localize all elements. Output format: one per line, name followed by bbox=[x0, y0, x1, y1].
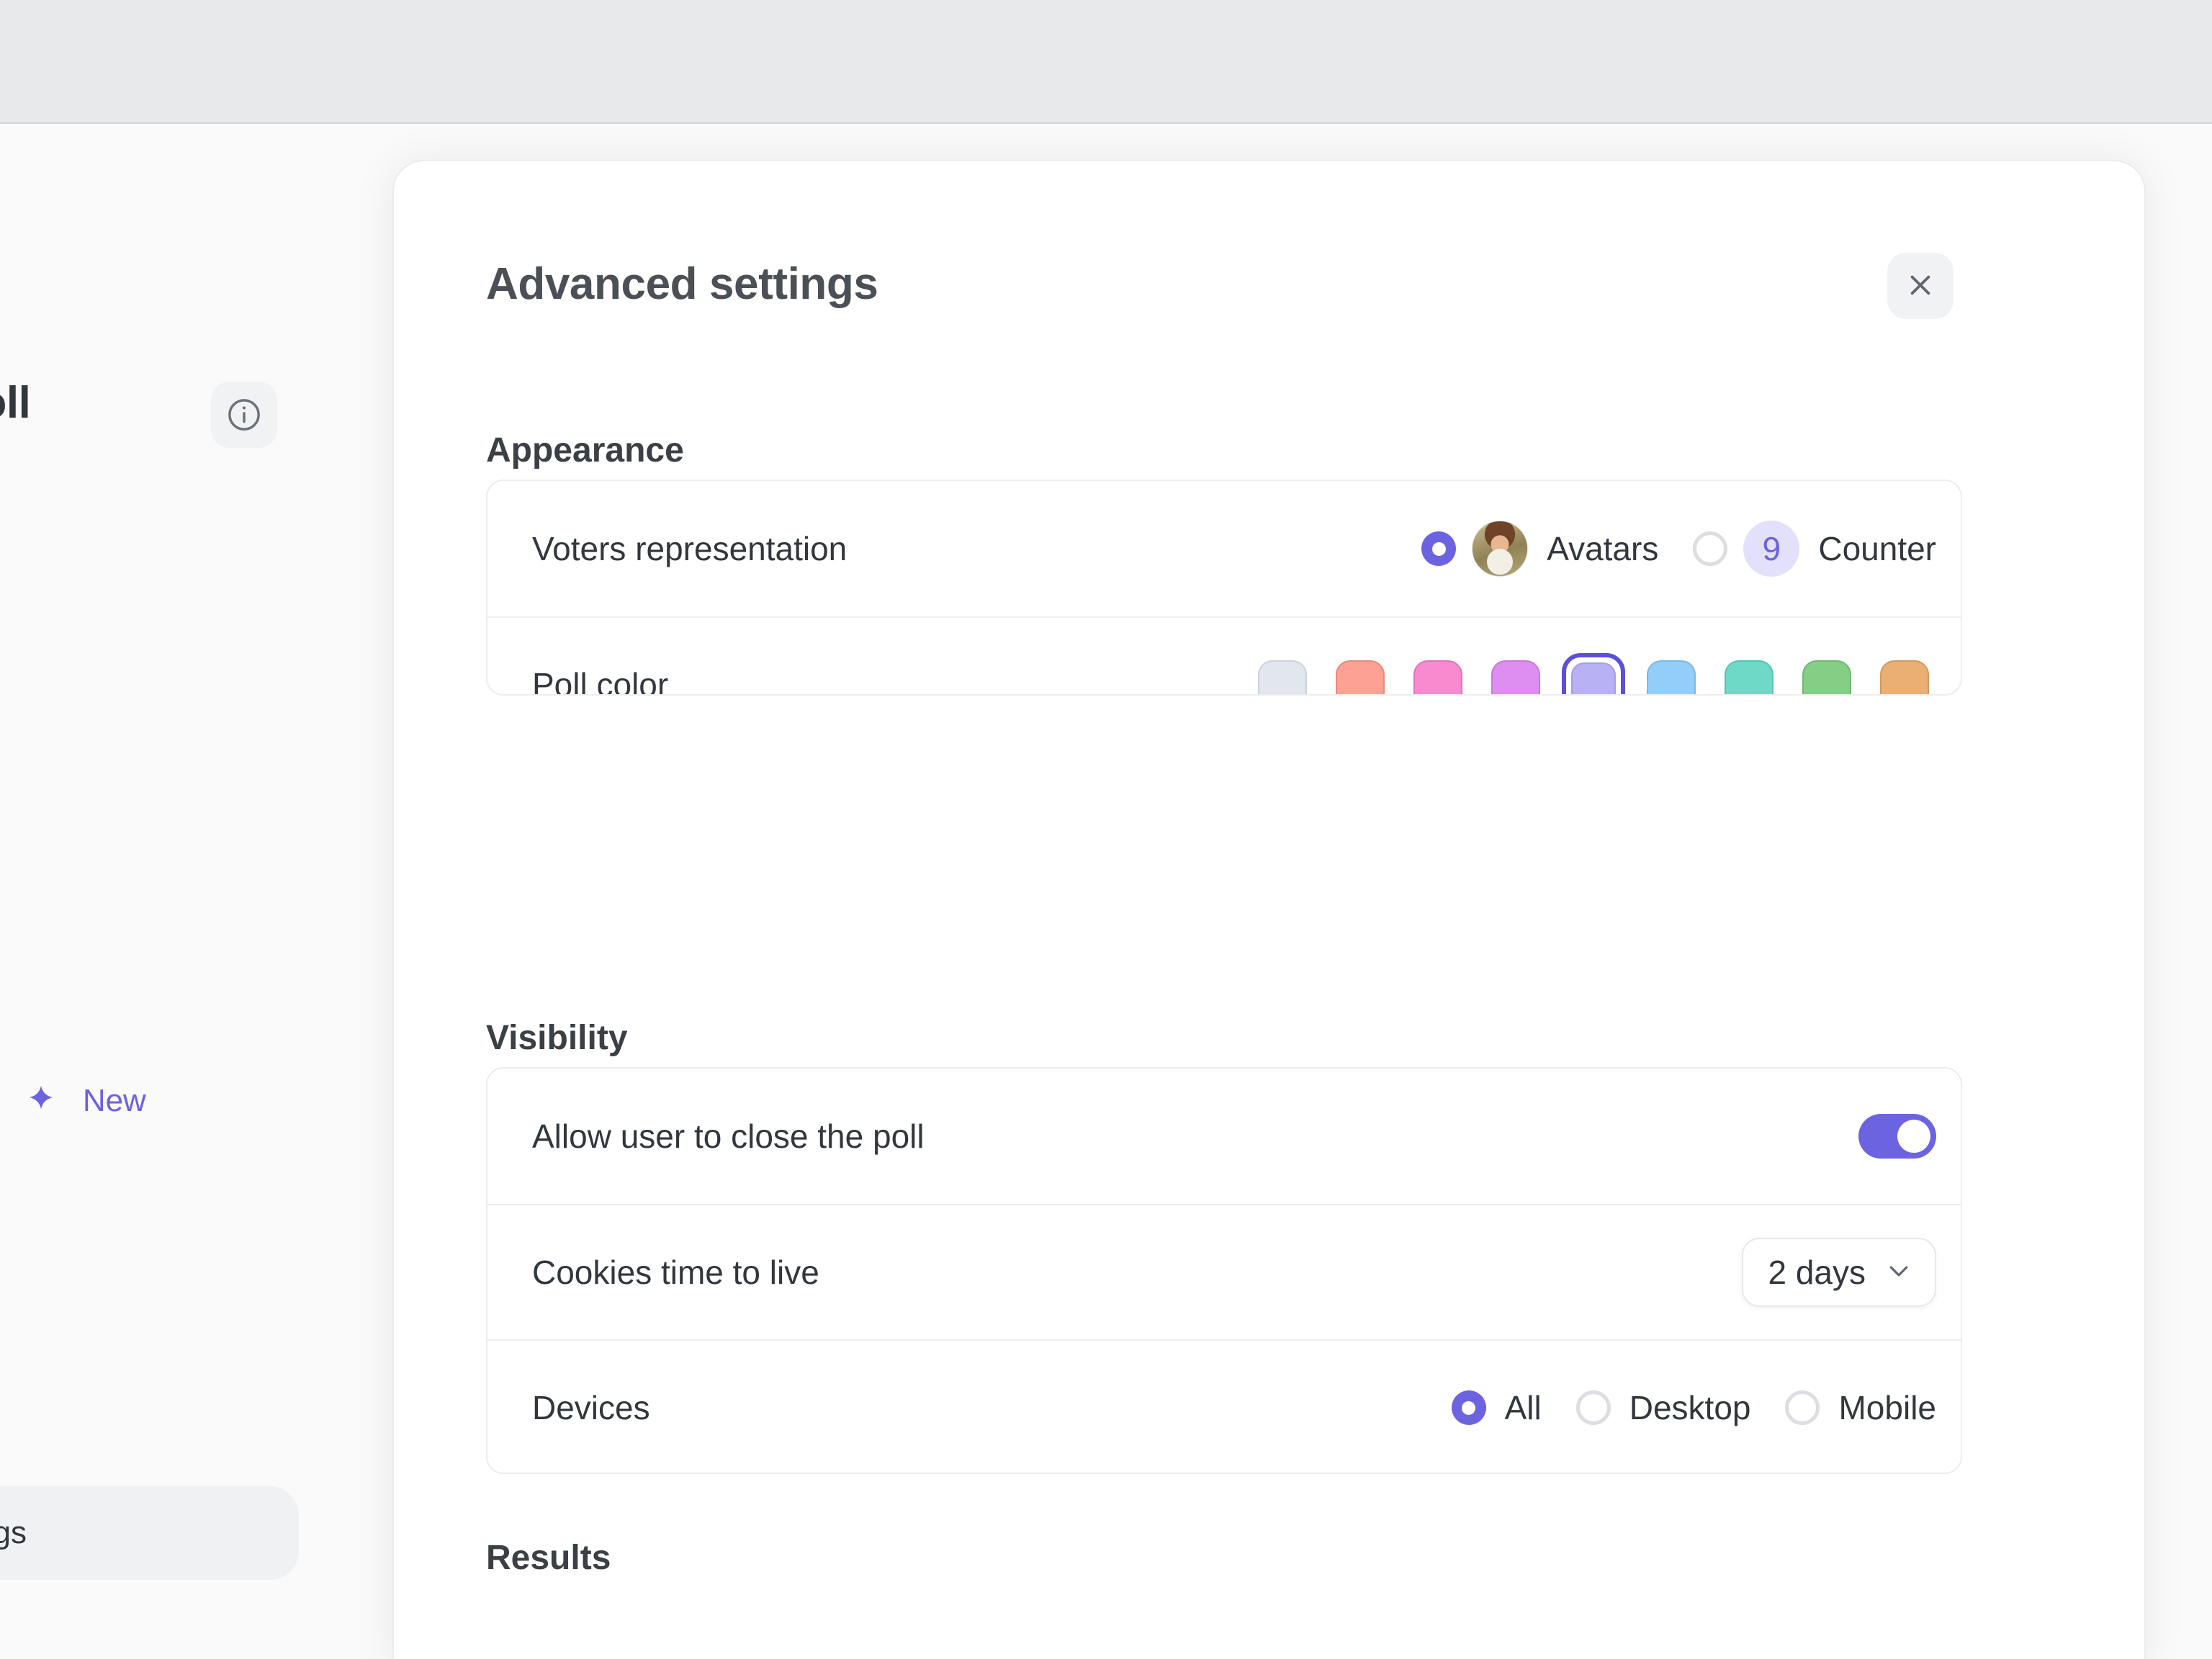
radio-option-desktop[interactable]: Desktop bbox=[1575, 1388, 1751, 1427]
section-title-visibility: Visibility bbox=[486, 1019, 628, 1057]
poll-color-swatch-teal[interactable] bbox=[1717, 653, 1781, 694]
advanced-settings-modal: Advanced settings Appearance Voters repr… bbox=[392, 160, 2146, 1659]
cookies-ttl-dropdown[interactable]: 2 days bbox=[1742, 1238, 1936, 1307]
sidebar-item-settings[interactable]: ngs bbox=[0, 1486, 299, 1580]
radio-option-counter[interactable]: 9 Counter bbox=[1693, 521, 1936, 577]
poll-color-swatch-salmon[interactable] bbox=[1328, 653, 1392, 694]
visibility-settings-card: Allow user to close the poll Cookies tim… bbox=[486, 1067, 1962, 1474]
row-voters-representation: Voters representation Avatars 9 Counter bbox=[487, 481, 1961, 616]
row-devices: Devices All Desktop Mobile bbox=[487, 1339, 1961, 1473]
screen: e Poll or creating sers easily ns and co… bbox=[0, 0, 2212, 1659]
swatch-fill bbox=[1491, 660, 1540, 694]
close-button[interactable] bbox=[1887, 253, 1954, 319]
toggle-knob bbox=[1897, 1120, 1930, 1153]
poll-color-swatch-lavender[interactable] bbox=[1562, 653, 1625, 694]
swatch-fill bbox=[1725, 660, 1773, 694]
poll-color-swatch-gray[interactable] bbox=[1251, 653, 1314, 694]
radio-label-counter: Counter bbox=[1818, 530, 1936, 567]
background-description: or creating sers easily ns and collect bbox=[0, 550, 166, 757]
sidebar-item-label: ngs bbox=[0, 1515, 27, 1550]
background-new-feature-row[interactable]: e New bbox=[0, 1083, 146, 1119]
poll-color-swatch-sky[interactable] bbox=[1640, 653, 1703, 694]
close-x-icon bbox=[1903, 268, 1938, 305]
modal-header: Advanced settings bbox=[394, 161, 2144, 356]
radio-indicator-all[interactable] bbox=[1451, 1390, 1486, 1425]
radio-label-avatars: Avatars bbox=[1547, 530, 1659, 567]
swatch-fill bbox=[1880, 660, 1929, 694]
cookies-ttl-value: 2 days bbox=[1768, 1254, 1866, 1291]
radio-label-desktop: Desktop bbox=[1629, 1389, 1751, 1426]
radio-indicator-avatars[interactable] bbox=[1421, 531, 1457, 566]
background-description-line: sers easily bbox=[0, 619, 166, 688]
section-title-results: Results bbox=[486, 1539, 611, 1577]
swatch-fill bbox=[1571, 662, 1616, 694]
devices-radio-group: All Desktop Mobile bbox=[1451, 1388, 1936, 1427]
section-title-appearance: Appearance bbox=[486, 431, 684, 469]
voters-representation-label: Voters representation bbox=[532, 530, 848, 567]
poll-color-swatch-list bbox=[1251, 653, 1936, 694]
avatar bbox=[1472, 521, 1529, 577]
row-allow-close: Allow user to close the poll bbox=[487, 1069, 1961, 1204]
swatch-fill bbox=[1802, 660, 1851, 694]
radio-indicator-desktop[interactable] bbox=[1575, 1390, 1611, 1425]
radio-option-avatars[interactable]: Avatars bbox=[1421, 521, 1658, 577]
row-poll-color: Poll color bbox=[487, 616, 1961, 696]
sparkle-icon bbox=[25, 1084, 57, 1119]
poll-color-swatch-orange[interactable] bbox=[1873, 653, 1936, 694]
swatch-fill bbox=[1647, 660, 1696, 694]
background-page-title: e Poll bbox=[0, 378, 31, 428]
radio-option-mobile[interactable]: Mobile bbox=[1785, 1388, 1936, 1427]
radio-label-mobile: Mobile bbox=[1838, 1389, 1936, 1426]
voters-representation-radio-group: Avatars 9 Counter bbox=[1421, 521, 1936, 577]
background-description-line: or creating bbox=[0, 550, 166, 619]
info-circle-icon[interactable] bbox=[211, 382, 277, 448]
radio-indicator-mobile[interactable] bbox=[1785, 1390, 1820, 1425]
devices-label: Devices bbox=[532, 1389, 650, 1426]
row-cookies-ttl: Cookies time to live 2 days bbox=[487, 1204, 1961, 1339]
swatch-fill bbox=[1336, 660, 1385, 694]
radio-option-all[interactable]: All bbox=[1451, 1388, 1542, 1427]
poll-color-swatch-green[interactable] bbox=[1795, 653, 1858, 694]
radio-indicator-counter[interactable] bbox=[1693, 531, 1728, 566]
cookies-ttl-label: Cookies time to live bbox=[532, 1254, 819, 1291]
background-description-line: ns and collect bbox=[0, 688, 166, 757]
allow-close-label: Allow user to close the poll bbox=[532, 1118, 925, 1155]
page-title: Advanced settings bbox=[486, 259, 878, 309]
radio-label-all: All bbox=[1504, 1389, 1542, 1426]
appearance-settings-card: Voters representation Avatars 9 Counter … bbox=[486, 480, 1962, 696]
swatch-fill bbox=[1413, 660, 1462, 694]
poll-color-label: Poll color bbox=[532, 666, 669, 696]
counter-badge: 9 bbox=[1743, 521, 1800, 577]
chevron-down-icon bbox=[1884, 1256, 1913, 1289]
allow-close-toggle[interactable] bbox=[1858, 1114, 1936, 1159]
poll-color-swatch-orchid[interactable] bbox=[1484, 653, 1547, 694]
background-new-badge-label: New bbox=[82, 1083, 146, 1118]
swatch-fill bbox=[1258, 660, 1307, 694]
browser-top-band bbox=[0, 0, 2212, 124]
poll-color-swatch-pink[interactable] bbox=[1406, 653, 1470, 694]
